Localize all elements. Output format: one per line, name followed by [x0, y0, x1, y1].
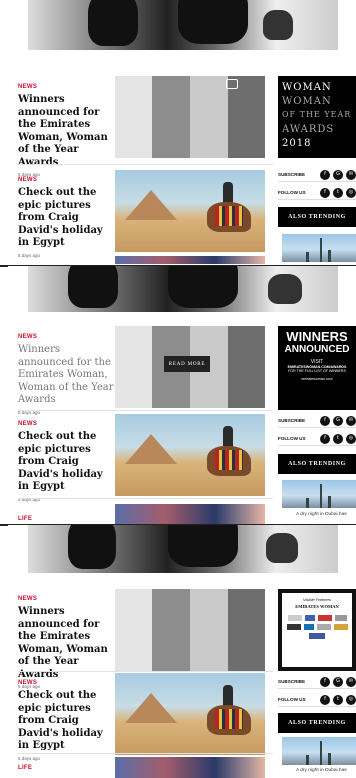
article-category[interactable]: LIFE [18, 765, 32, 771]
ad-text: FOR THE FULL LIST OF WINNERS [288, 369, 346, 373]
divider [18, 164, 273, 165]
hero-banner-image[interactable] [28, 0, 338, 50]
follow-label: FOLLOW US [278, 190, 306, 195]
article-row[interactable]: NEWS Check out the epic pictures from Cr… [8, 170, 278, 258]
twitter-icon[interactable]: t [333, 187, 343, 198]
article-row[interactable]: NEWS Winners announced for the Emirates … [8, 589, 278, 689]
follow-row: FOLLOW US f t ◎ [278, 693, 356, 707]
divider [18, 498, 273, 499]
ad-text: WOMAN [282, 96, 332, 107]
email-icon[interactable]: ✉ [346, 169, 356, 180]
hero-banner-image[interactable] [28, 525, 338, 573]
trending-thumbnail[interactable] [282, 737, 356, 765]
article-thumbnail[interactable] [115, 589, 265, 671]
gallery-icon [226, 79, 238, 89]
article-row[interactable]: NEWS Winners announced for the Emirates … [8, 326, 278, 415]
article-thumbnail[interactable] [115, 414, 265, 496]
ad-text: AWARDS [282, 124, 335, 135]
article-title[interactable]: Check out the epic pictures from Craig D… [18, 187, 114, 250]
ad-heading: ANNOUNCED [284, 344, 350, 355]
article-timestamp: 5 days ago [18, 252, 41, 258]
winners-advert[interactable]: WINNERS ANNOUNCED VISIT EMIRATESWOMAN.CO… [278, 326, 356, 410]
article-category[interactable]: NEWS [18, 84, 114, 90]
divider [18, 671, 273, 672]
article-title[interactable]: Check out the epic pictures from Craig D… [18, 431, 114, 494]
article-thumbnail[interactable] [115, 76, 265, 158]
next-thumbnail-strip[interactable] [115, 256, 265, 264]
article-title[interactable]: Winners announced for the Emirates Woman… [18, 94, 114, 169]
next-thumbnail-strip[interactable] [115, 504, 265, 524]
also-trending-header: ALSO TRENDING [278, 454, 356, 474]
article-row[interactable]: NEWS Check out the epic pictures from Cr… [8, 414, 278, 502]
partners-advert[interactable]: Visible Partners EMIRATES WOMAN [278, 589, 356, 671]
article-category[interactable]: NEWS [18, 334, 114, 340]
article-category[interactable]: LIFE [18, 516, 32, 522]
instagram-icon[interactable]: ◎ [346, 187, 356, 198]
instagram-icon[interactable]: ◎ [346, 694, 356, 705]
email-icon[interactable]: ✉ [346, 676, 356, 687]
trending-caption[interactable]: A dry night in Dubai has [296, 768, 347, 773]
screenshot-frame-3: NEWS Winners announced for the Emirates … [8, 525, 356, 778]
trending-caption[interactable]: A dry night in Dubai has [296, 512, 347, 517]
facebook-icon[interactable]: f [320, 415, 330, 426]
subscribe-row: SUBSCRIBE f G ✉ [278, 675, 356, 689]
divider [18, 753, 273, 754]
ad-text: OF THE YEAR [282, 110, 352, 119]
next-thumbnail-strip[interactable] [115, 757, 265, 778]
twitter-icon[interactable]: t [333, 433, 343, 444]
also-trending-header: ALSO TRENDING [278, 207, 356, 227]
ad-heading: WINNERS [286, 329, 348, 344]
article-category[interactable]: NEWS [18, 680, 114, 686]
ad-text: EMIRATES WOMAN [295, 604, 339, 609]
facebook-icon[interactable]: f [320, 676, 330, 687]
trending-thumbnail[interactable] [282, 480, 356, 508]
article-thumbnail[interactable] [115, 170, 265, 252]
article-title[interactable]: Check out the epic pictures from Craig D… [18, 690, 114, 753]
subscribe-label: SUBSCRIBE [278, 418, 306, 423]
subscribe-label: SUBSCRIBE [278, 172, 306, 177]
screenshot-frame-2: NEWS Winners announced for the Emirates … [8, 266, 356, 524]
ad-text: WOMAN [282, 82, 332, 93]
awards-advert[interactable]: WOMAN WOMAN OF THE YEAR AWARDS 2018 [278, 76, 356, 158]
article-thumbnail[interactable]: READ MORE [115, 326, 265, 408]
article-category[interactable]: NEWS [18, 177, 114, 183]
facebook-icon[interactable]: f [320, 169, 330, 180]
google-plus-icon[interactable]: G [333, 415, 343, 426]
subscribe-row: SUBSCRIBE f G ✉ [278, 168, 356, 182]
ad-text: Visible Partners [303, 597, 331, 602]
partner-logos [282, 615, 352, 639]
follow-label: FOLLOW US [278, 697, 306, 702]
hero-banner-image[interactable] [28, 266, 338, 312]
article-thumbnail[interactable] [115, 673, 265, 755]
google-plus-icon[interactable]: G [333, 676, 343, 687]
subscribe-row: SUBSCRIBE f G ✉ [278, 414, 356, 428]
instagram-icon[interactable]: ◎ [346, 433, 356, 444]
trending-thumbnail[interactable] [282, 234, 356, 262]
divider [18, 410, 273, 411]
screenshot-frame-1: NEWS Winners announced for the Emirates … [8, 0, 356, 265]
facebook-icon[interactable]: f [320, 694, 330, 705]
facebook-icon[interactable]: f [320, 187, 330, 198]
email-icon[interactable]: ✉ [346, 415, 356, 426]
article-category[interactable]: NEWS [18, 421, 114, 427]
follow-row: FOLLOW US f t ◎ [278, 432, 356, 446]
also-trending-header: ALSO TRENDING [278, 713, 356, 733]
google-plus-icon[interactable]: G [333, 169, 343, 180]
article-row[interactable]: NEWS Check out the epic pictures from Cr… [8, 673, 278, 761]
ad-footer: emiratewoman.com [301, 377, 333, 381]
subscribe-label: SUBSCRIBE [278, 679, 306, 684]
article-row[interactable]: NEWS Winners announced for the Emirates … [8, 76, 278, 177]
twitter-icon[interactable]: t [333, 694, 343, 705]
article-title[interactable]: Winners announced for the Emirates Woman… [18, 344, 114, 407]
article-timestamp: 5 days ago [18, 755, 41, 761]
ad-text: 2018 [282, 138, 312, 149]
article-title[interactable]: Winners announced for the Emirates Woman… [18, 606, 114, 681]
facebook-icon[interactable]: f [320, 433, 330, 444]
read-more-button[interactable]: READ MORE [164, 356, 210, 372]
article-category[interactable]: NEWS [18, 596, 114, 602]
follow-row: FOLLOW US f t ◎ [278, 186, 356, 200]
follow-label: FOLLOW US [278, 436, 306, 441]
